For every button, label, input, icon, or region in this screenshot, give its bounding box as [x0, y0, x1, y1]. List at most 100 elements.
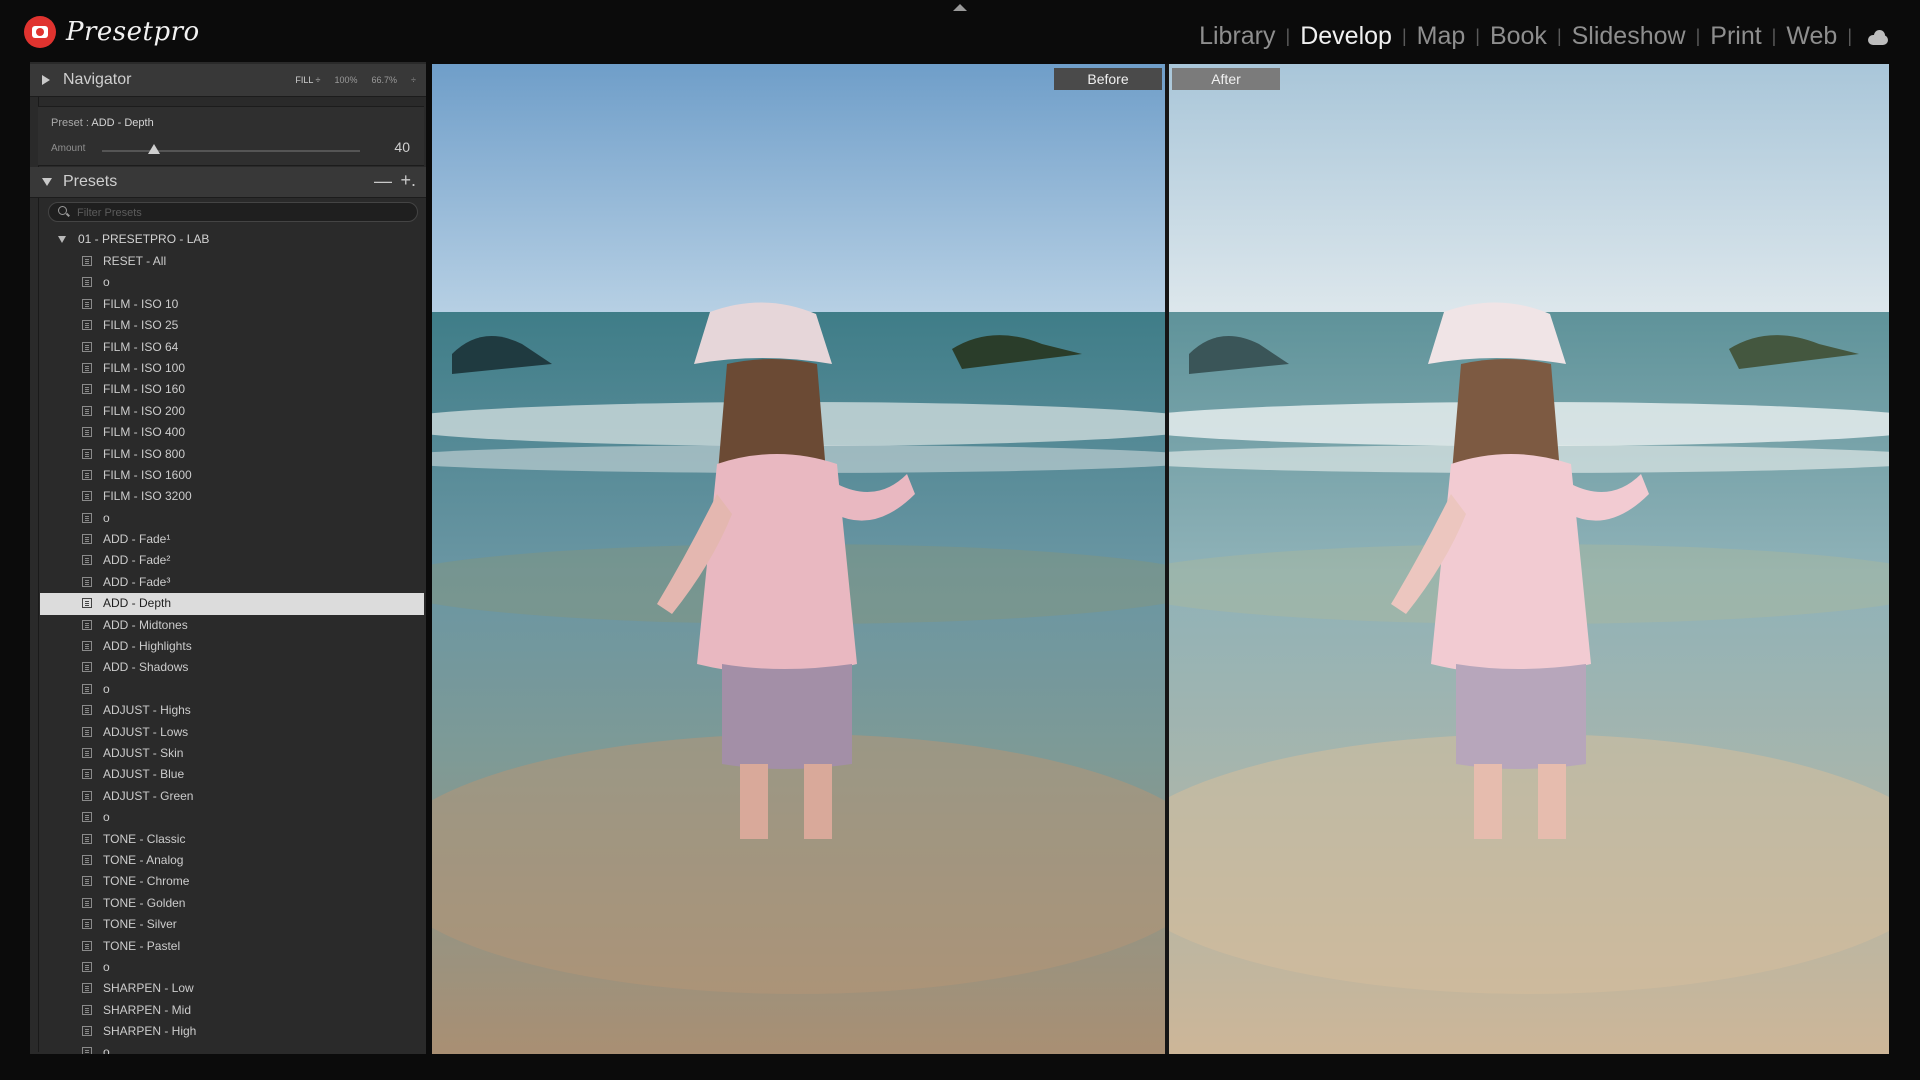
- add-preset-button[interactable]: +.: [400, 170, 416, 191]
- remove-preset-button[interactable]: —: [374, 171, 392, 192]
- cloud-sync-icon[interactable]: [1866, 29, 1892, 45]
- preset-item[interactable]: ADD - Shadows: [40, 657, 424, 678]
- preset-item-label: FILM - ISO 64: [103, 339, 179, 354]
- module-develop[interactable]: Develop: [1296, 22, 1396, 51]
- expand-triangle-icon[interactable]: [42, 75, 50, 85]
- preset-icon: [82, 512, 92, 523]
- zoom-fill[interactable]: FILL ÷: [295, 75, 320, 85]
- preset-item-label: TONE - Analog: [103, 852, 184, 867]
- preset-item[interactable]: ADD - Midtones: [40, 615, 424, 636]
- module-map[interactable]: Map: [1413, 22, 1470, 51]
- module-print[interactable]: Print: [1706, 22, 1765, 51]
- preset-icon: [82, 341, 92, 352]
- preset-item[interactable]: ADD - Depth: [40, 593, 424, 615]
- preset-item[interactable]: SHARPEN - Mid: [40, 1000, 424, 1021]
- preset-item[interactable]: o: [40, 679, 424, 700]
- preset-item[interactable]: ADD - Fade²: [40, 550, 424, 571]
- module-slideshow[interactable]: Slideshow: [1568, 22, 1690, 51]
- amount-slider-track[interactable]: [102, 150, 360, 152]
- preset-label-name: ADD - Depth: [91, 117, 154, 129]
- preset-item-label: SHARPEN - Mid: [103, 1002, 192, 1017]
- module-web[interactable]: Web: [1782, 22, 1841, 51]
- preset-icon: [82, 919, 92, 930]
- preset-item[interactable]: ADD - Fade¹: [40, 529, 424, 550]
- preset-item[interactable]: ADJUST - Lows: [40, 722, 424, 743]
- preset-item[interactable]: FILM - ISO 3200: [40, 486, 424, 507]
- preset-item[interactable]: FILM - ISO 160: [40, 379, 424, 400]
- preset-item-label: RESET - All: [103, 254, 167, 268]
- navigator-header[interactable]: Navigator FILL ÷ 100% 66.7% ÷: [30, 64, 426, 97]
- preset-item-label: TONE - Silver: [103, 917, 177, 932]
- preset-item-label: SHARPEN - Low: [103, 981, 194, 996]
- preset-item[interactable]: o: [40, 807, 424, 828]
- zoom-66[interactable]: 66.7%: [372, 75, 398, 85]
- preset-item[interactable]: o: [40, 272, 424, 293]
- navigator-zoom-options: FILL ÷ 100% 66.7% ÷: [295, 75, 416, 85]
- logo-text: Presetpro: [66, 17, 200, 47]
- preset-item-label: ADJUST - Green: [103, 788, 194, 803]
- group-collapse-icon[interactable]: [58, 235, 66, 243]
- preset-item-label: o: [103, 810, 110, 825]
- amount-slider-thumb[interactable]: [147, 144, 160, 154]
- preset-item[interactable]: ADJUST - Skin: [40, 743, 424, 764]
- preset-item[interactable]: FILM - ISO 64: [40, 337, 424, 358]
- preset-item[interactable]: TONE - Pastel: [40, 936, 424, 957]
- preset-item[interactable]: FILM - ISO 200: [40, 401, 424, 422]
- preset-item[interactable]: TONE - Chrome: [40, 871, 424, 892]
- preset-item[interactable]: FILM - ISO 400: [40, 422, 424, 443]
- preset-item[interactable]: o: [40, 508, 424, 529]
- preset-item-label: FILM - ISO 3200: [103, 489, 192, 504]
- preset-item-label: ADD - Midtones: [103, 617, 188, 632]
- preset-item[interactable]: FILM - ISO 25: [40, 315, 424, 336]
- preset-icon: [82, 1004, 92, 1015]
- top-bar: Presetpro Library | Develop | Map | Book | Slide…: [0, 0, 1920, 62]
- preset-item-label: o: [103, 959, 110, 974]
- module-separator: |: [1401, 26, 1407, 46]
- preset-item-label: TONE - Golden: [103, 895, 186, 910]
- preset-icon: [82, 384, 92, 395]
- preset-icon: [82, 469, 92, 480]
- collapse-triangle-icon[interactable]: [42, 178, 52, 186]
- preset-item-label: FILM - ISO 160: [103, 382, 186, 397]
- preset-item[interactable]: TONE - Silver: [40, 914, 424, 935]
- preset-icon: [82, 662, 92, 673]
- preset-item[interactable]: FILM - ISO 800: [40, 444, 424, 465]
- preset-item[interactable]: ADJUST - Blue: [40, 764, 424, 785]
- module-book[interactable]: Book: [1486, 22, 1551, 51]
- app-logo: Presetpro: [24, 12, 200, 52]
- preset-item-label: ADD - Fade¹: [103, 532, 171, 547]
- preset-group-header[interactable]: 01 - PRESETPRO - LAB: [58, 232, 209, 246]
- zoom-more[interactable]: ÷: [411, 75, 416, 85]
- amount-value[interactable]: 40: [394, 139, 410, 155]
- preset-item[interactable]: SHARPEN - High: [40, 1021, 424, 1042]
- preset-item[interactable]: ADD - Highlights: [40, 636, 424, 657]
- preset-item-label: ADJUST - Skin: [103, 745, 184, 760]
- before-photo[interactable]: [432, 64, 1165, 1054]
- preset-item[interactable]: TONE - Classic: [40, 829, 424, 850]
- preset-item[interactable]: ADJUST - Highs: [40, 700, 424, 721]
- zoom-100[interactable]: 100%: [334, 75, 357, 85]
- preset-item[interactable]: FILM - ISO 1600: [40, 465, 424, 486]
- preset-item[interactable]: FILM - ISO 100: [40, 358, 424, 379]
- preset-amount-panel: Preset : ADD - Depth Amount 40: [38, 106, 424, 166]
- preset-item[interactable]: o: [40, 957, 424, 978]
- module-separator: |: [1695, 26, 1701, 46]
- module-library[interactable]: Library: [1195, 22, 1279, 51]
- preset-icon: [82, 491, 92, 502]
- preset-item[interactable]: SHARPEN - Low: [40, 978, 424, 999]
- after-photo[interactable]: [1169, 64, 1889, 1054]
- presets-header[interactable]: Presets — +.: [30, 167, 426, 198]
- preset-item[interactable]: ADJUST - Green: [40, 786, 424, 807]
- collapse-top-panel-icon[interactable]: [953, 4, 967, 11]
- filter-presets-input[interactable]: [75, 204, 409, 221]
- preset-item-label: FILM - ISO 800: [103, 446, 186, 461]
- preset-item[interactable]: TONE - Golden: [40, 893, 424, 914]
- after-label: After: [1172, 68, 1280, 90]
- preset-item-label: FILM - ISO 200: [103, 403, 186, 418]
- preset-item[interactable]: TONE - Analog: [40, 850, 424, 871]
- preset-icon: [82, 641, 92, 652]
- filter-presets-box[interactable]: [48, 202, 418, 222]
- preset-item[interactable]: FILM - ISO 10: [40, 294, 424, 315]
- preset-item[interactable]: ADD - Fade³: [40, 572, 424, 593]
- preset-item[interactable]: RESET - All: [40, 251, 424, 272]
